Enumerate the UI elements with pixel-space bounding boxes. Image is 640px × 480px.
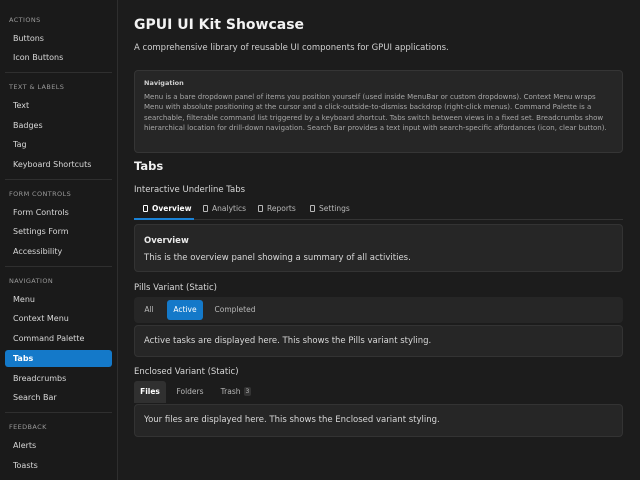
underline-tab-bar: Overview Analytics Reports Settings: [134, 200, 623, 220]
page-subtitle: A comprehensive library of reusable UI c…: [134, 43, 449, 53]
tab-all[interactable]: All: [138, 300, 160, 320]
sidebar-item-command-palette[interactable]: Command Palette: [5, 330, 112, 347]
tab-analytics[interactable]: Analytics: [194, 200, 249, 220]
tab-label: Overview: [152, 204, 192, 213]
panel-text: Active tasks are displayed here. This sh…: [144, 336, 432, 346]
analytics-icon: [203, 205, 208, 212]
sidebar-item-badges[interactable]: Badges: [5, 117, 112, 134]
section-heading-tabs: Tabs: [134, 159, 164, 173]
tab-files[interactable]: Files: [134, 381, 166, 403]
tab-folders[interactable]: Folders: [170, 381, 210, 403]
tab-active[interactable]: Active: [167, 300, 203, 320]
sidebar-divider: [5, 266, 112, 267]
sidebar-section-form-controls: FORM CONTROLS: [9, 190, 72, 198]
sidebar-item-text[interactable]: Text: [5, 97, 112, 114]
panel-title: Overview: [144, 236, 189, 246]
sidebar-item-breadcrumbs[interactable]: Breadcrumbs: [5, 370, 112, 387]
sidebar-item-tag[interactable]: Tag: [5, 136, 112, 153]
tab-completed[interactable]: Completed: [210, 300, 260, 320]
tab-settings[interactable]: Settings: [301, 200, 356, 220]
tab-overview[interactable]: Overview: [134, 200, 194, 220]
navigation-info-box: Navigation Menu is a bare dropdown panel…: [134, 70, 623, 153]
tab-label: Trash: [220, 387, 241, 396]
panel-text: Your files are displayed here. This show…: [144, 415, 440, 425]
trash-count-badge: 3: [243, 387, 252, 396]
tab-label: Settings: [319, 204, 350, 213]
panel-text: This is the overview panel showing a sum…: [144, 253, 411, 263]
sidebar-section-actions: ACTIONS: [9, 16, 41, 24]
sidebar-item-tabs[interactable]: Tabs: [5, 350, 112, 367]
sidebar-item-buttons[interactable]: Buttons: [5, 30, 112, 47]
enclosed-tab-bar: Files Folders Trash 3: [134, 381, 623, 403]
info-box-title: Navigation: [144, 79, 184, 87]
main-content: GPUI UI Kit Showcase A comprehensive lib…: [119, 0, 640, 480]
page-title: GPUI UI Kit Showcase: [134, 17, 305, 33]
enclosed-tabs-label: Enclosed Variant (Static): [134, 367, 239, 377]
sidebar-section-text-labels: TEXT & LABELS: [9, 83, 65, 91]
sidebar-section-navigation: NAVIGATION: [9, 277, 54, 285]
pills-tabs-label: Pills Variant (Static): [134, 283, 217, 293]
sidebar-item-alerts[interactable]: Alerts: [5, 437, 112, 454]
info-box-text: Menu is a bare dropdown panel of items y…: [144, 93, 607, 133]
underline-tabs-label: Interactive Underline Tabs: [134, 185, 246, 195]
sidebar-section-feedback: FEEDBACK: [9, 423, 47, 431]
settings-icon: [310, 205, 315, 212]
active-tasks-panel: Active tasks are displayed here. This sh…: [134, 325, 623, 357]
sidebar-item-context-menu[interactable]: Context Menu: [5, 310, 112, 327]
sidebar-item-settings-form[interactable]: Settings Form: [5, 223, 112, 240]
sidebar-item-menu[interactable]: Menu: [5, 291, 112, 308]
files-panel: Your files are displayed here. This show…: [134, 404, 623, 437]
tab-reports[interactable]: Reports: [249, 200, 301, 220]
tab-trash[interactable]: Trash 3: [214, 381, 258, 403]
sidebar-divider: [5, 412, 112, 413]
sidebar-divider: [5, 179, 112, 180]
reports-icon: [258, 205, 263, 212]
sidebar: ACTIONS Buttons Icon Buttons TEXT & LABE…: [0, 0, 118, 480]
tab-label: Reports: [267, 204, 296, 213]
sidebar-item-form-controls[interactable]: Form Controls: [5, 204, 112, 221]
sidebar-item-icon-buttons[interactable]: Icon Buttons: [5, 49, 112, 66]
sidebar-item-keyboard-shortcuts[interactable]: Keyboard Shortcuts: [5, 156, 112, 173]
tab-label: Analytics: [212, 204, 247, 213]
overview-icon: [143, 205, 148, 212]
sidebar-item-toasts[interactable]: Toasts: [5, 457, 112, 474]
overview-panel: Overview This is the overview panel show…: [134, 224, 623, 272]
sidebar-divider: [5, 72, 112, 73]
sidebar-item-accessibility[interactable]: Accessibility: [5, 243, 112, 260]
sidebar-item-search-bar[interactable]: Search Bar: [5, 389, 112, 406]
pills-tab-bar: All Active Completed: [134, 297, 623, 323]
